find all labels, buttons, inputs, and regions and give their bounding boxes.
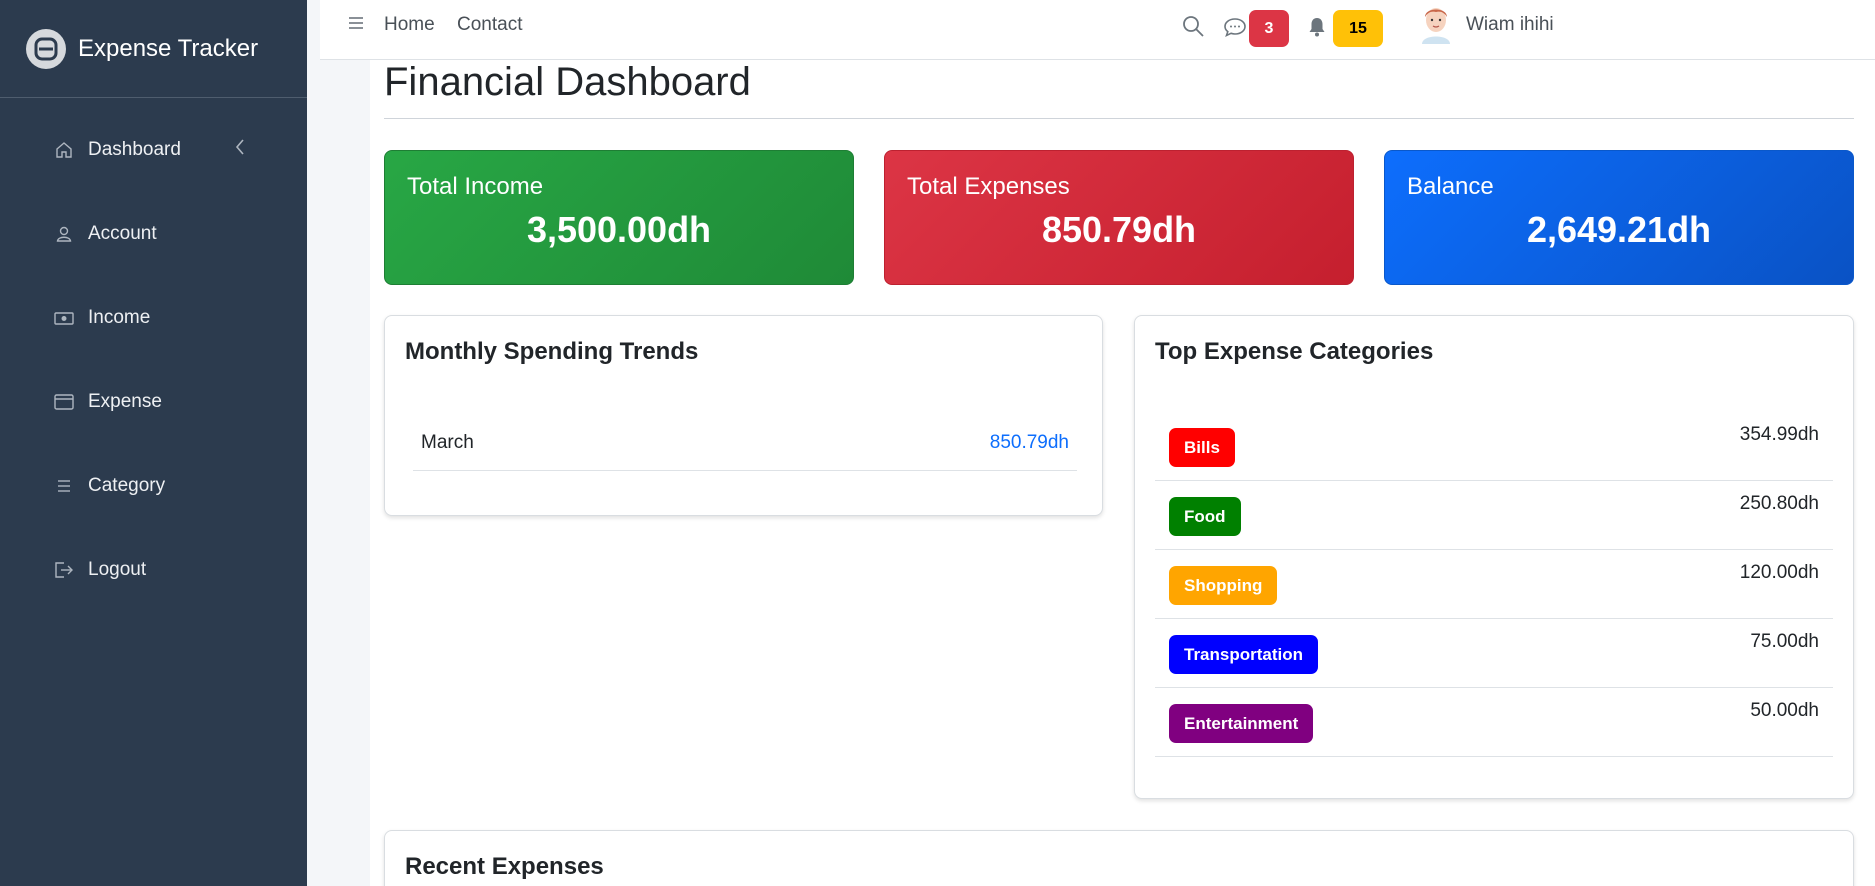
category-badge[interactable]: Transportation	[1169, 635, 1319, 674]
list-item: Transportation 75.00dh	[1155, 619, 1833, 688]
monthly-spending-panel: Monthly Spending Trends March 850.79dh	[384, 315, 1103, 516]
category-amount: 250.80dh	[1739, 493, 1819, 514]
list-item: Shopping 120.00dh	[1155, 550, 1833, 619]
top-categories-panel: Top Expense Categories Bills 354.99dh Fo…	[1134, 315, 1854, 799]
balance-value: 2,649.21dh	[1526, 209, 1712, 250]
total-expenses-card: Total Expenses 850.79dh	[884, 150, 1354, 285]
sidebar-item-expense[interactable]: Expense	[0, 360, 307, 444]
user-icon	[54, 224, 74, 244]
sidebar: Expense Tracker Dashboard Account Income	[0, 0, 307, 886]
messages-badge[interactable]: 3	[1249, 10, 1289, 47]
total-income-card: Total Income 3,500.00dh	[384, 150, 854, 285]
sidebar-item-label: Income	[88, 307, 151, 328]
sidebar-item-label: Dashboard	[88, 139, 181, 160]
bell-icon[interactable]	[1307, 16, 1327, 43]
balance-card: Balance 2,649.21dh	[1384, 150, 1854, 285]
category-badge[interactable]: Bills	[1169, 428, 1235, 467]
sidebar-item-dashboard[interactable]: Dashboard	[0, 108, 307, 192]
total-expenses-value: 850.79dh	[1041, 209, 1197, 250]
trend-amount: 850.79dh	[989, 432, 1069, 453]
list-item: March 850.79dh	[413, 418, 1077, 471]
nav-link-home[interactable]: Home	[384, 14, 435, 36]
brand-title: Expense Tracker	[78, 34, 259, 62]
notifications-badge[interactable]: 15	[1333, 10, 1383, 47]
total-income-label: Total Income	[407, 173, 544, 200]
panel-title: Monthly Spending Trends	[405, 338, 699, 365]
category-amount: 120.00dh	[1739, 562, 1819, 583]
list-item: Food 250.80dh	[1155, 481, 1833, 550]
sidebar-nav: Dashboard Account Income Expense Categor…	[0, 98, 307, 612]
search-icon[interactable]	[1181, 14, 1205, 43]
avatar[interactable]	[1416, 2, 1456, 44]
category-badge[interactable]: Food	[1169, 497, 1241, 536]
sidebar-item-category[interactable]: Category	[0, 444, 307, 528]
recent-expenses-panel: Recent Expenses	[384, 830, 1854, 886]
chat-icon[interactable]	[1223, 16, 1247, 43]
list-icon	[54, 476, 74, 496]
hamburger-icon[interactable]	[348, 16, 364, 35]
card-icon	[54, 392, 74, 412]
sidebar-item-label: Logout	[88, 559, 147, 580]
category-amount: 50.00dh	[1750, 700, 1819, 721]
sidebar-item-label: Expense	[88, 391, 162, 412]
category-badge[interactable]: Entertainment	[1169, 704, 1314, 743]
sidebar-item-account[interactable]: Account	[0, 192, 307, 276]
chevron-left-icon[interactable]	[234, 138, 246, 162]
home-icon	[54, 140, 74, 160]
total-expenses-label: Total Expenses	[907, 173, 1070, 200]
panel-title: Top Expense Categories	[1155, 338, 1434, 365]
money-icon	[54, 308, 74, 328]
sidebar-item-label: Category	[88, 475, 166, 496]
panel-title: Recent Expenses	[405, 853, 604, 880]
category-amount: 354.99dh	[1739, 424, 1819, 445]
sidebar-item-label: Account	[88, 223, 157, 244]
balance-label: Balance	[1407, 173, 1494, 200]
logout-icon	[54, 560, 74, 580]
sidebar-item-income[interactable]: Income	[0, 276, 307, 360]
divider	[384, 118, 1854, 119]
list-item: Bills 354.99dh	[1155, 412, 1833, 481]
logo-icon	[26, 28, 66, 69]
main-content: Financial Dashboard Total Income 3,500.0…	[370, 60, 1875, 886]
top-navbar: Home Contact 3 15 Wiam ihihi	[320, 0, 1875, 60]
list-item: Entertainment 50.00dh	[1155, 688, 1833, 757]
category-badge[interactable]: Shopping	[1169, 566, 1278, 605]
brand[interactable]: Expense Tracker	[0, 0, 307, 98]
sidebar-item-logout[interactable]: Logout	[0, 528, 307, 612]
user-name[interactable]: Wiam ihihi	[1466, 14, 1554, 36]
category-amount: 75.00dh	[1750, 631, 1819, 652]
total-income-value: 3,500.00dh	[526, 209, 712, 250]
nav-link-contact[interactable]: Contact	[457, 14, 522, 36]
trend-month: March	[421, 432, 474, 453]
page-title: Financial Dashboard	[384, 60, 751, 104]
